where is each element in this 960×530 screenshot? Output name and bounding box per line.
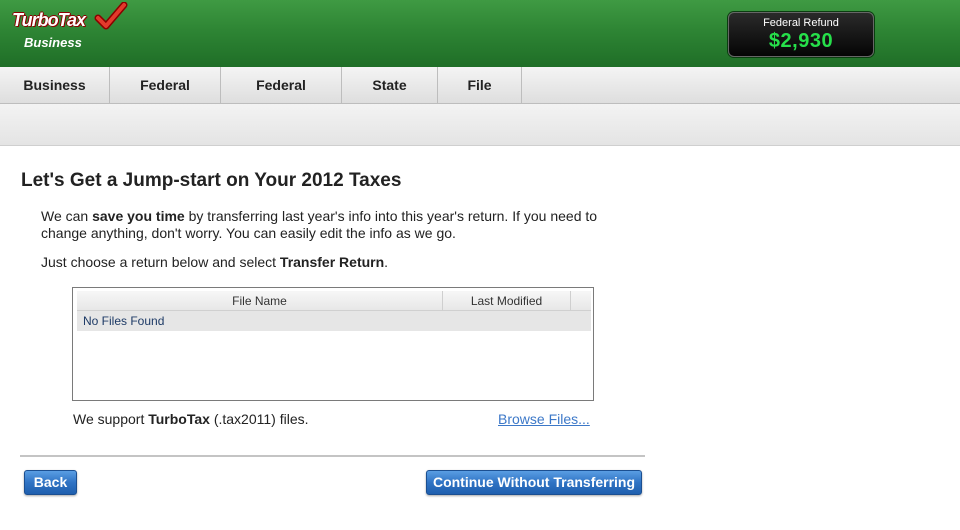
intro-text: We can save you time by transferring las… <box>41 208 641 242</box>
sub-nav-bar <box>0 104 960 146</box>
column-header-last-modified[interactable]: Last Modified <box>443 291 571 311</box>
column-header-file-name[interactable]: File Name <box>77 291 443 311</box>
federal-refund-meter: Federal Refund $2,930 <box>728 12 874 57</box>
file-list-header: File Name Last Modified <box>77 291 591 311</box>
logo-edition: Business <box>24 35 82 50</box>
tab-federal-review[interactable]: Federal Review <box>221 67 342 130</box>
refund-amount: $2,930 <box>768 30 834 52</box>
tab-business-info[interactable]: Business Info <box>0 67 110 130</box>
logo-wordmark: TurboTax <box>12 10 86 30</box>
intro-text-part: We can <box>41 208 93 224</box>
support-text-emphasis: TurboTax <box>148 411 210 427</box>
instruction-text-emphasis: Transfer Return <box>279 254 385 270</box>
tab-federal-taxes[interactable]: Federal Taxes <box>110 67 221 130</box>
app-header: TurboTax Business Federal Refund $2,930 <box>0 0 960 67</box>
support-text-part: (.tax2011) files. <box>209 411 309 427</box>
page-title: Let's Get a Jump-start on Your 2012 Taxe… <box>21 170 402 191</box>
supported-files-text: We support TurboTax (.tax2011) files. <box>73 411 309 427</box>
instruction-text-part: . <box>384 254 389 270</box>
file-list[interactable]: File Name Last Modified No Files Found <box>72 287 594 401</box>
tab-file[interactable]: File <box>438 67 522 104</box>
checkmark-icon <box>94 2 128 30</box>
main-nav: Business Info Federal Taxes Federal Revi… <box>0 67 960 130</box>
refund-label: Federal Refund <box>763 17 839 29</box>
instruction-text-part: Just choose a return below and select <box>41 254 280 270</box>
intro-text-emphasis: save you time <box>92 208 185 224</box>
back-button[interactable]: Back <box>24 470 77 495</box>
turbotax-logo: TurboTax Business <box>10 2 128 56</box>
tab-state-taxes[interactable]: State Taxes <box>342 67 438 130</box>
list-item-empty: No Files Found <box>77 311 591 331</box>
instruction-text: Just choose a return below and select Tr… <box>41 254 388 270</box>
footer-divider <box>20 455 645 457</box>
support-text-part: We support <box>73 411 149 427</box>
continue-without-transferring-button[interactable]: Continue Without Transferring <box>426 470 642 495</box>
browse-files-link[interactable]: Browse Files... <box>498 411 590 427</box>
